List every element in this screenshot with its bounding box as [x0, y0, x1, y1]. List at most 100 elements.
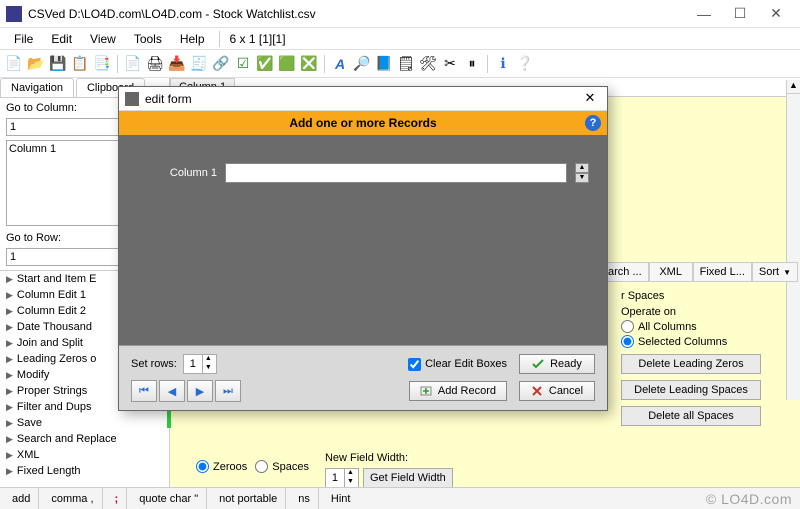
tb-check1-icon[interactable]: ☑: [233, 54, 253, 74]
cancel-button[interactable]: Cancel: [519, 381, 595, 401]
form-row: Column 1 ▲ ▼: [137, 163, 589, 183]
chevron-right-icon: ▶: [6, 418, 13, 429]
tb-x-icon[interactable]: ❎: [299, 54, 319, 74]
set-rows-spinner[interactable]: ▲▼: [183, 354, 217, 374]
tb-sheet-icon[interactable]: 🧾: [189, 54, 209, 74]
tab-sort[interactable]: Sort▼: [752, 262, 798, 282]
radio-zeros[interactable]: Zeroos: [196, 460, 247, 473]
ready-button[interactable]: Ready: [519, 354, 595, 374]
nav-next-icon[interactable]: ▶: [187, 380, 213, 402]
tb-print-icon[interactable]: 🖨: [145, 54, 165, 74]
tb-cut-icon[interactable]: ✂: [440, 54, 460, 74]
menu-help[interactable]: Help: [172, 30, 213, 48]
radio-selected-columns[interactable]: Selected Columns: [621, 335, 796, 348]
chevron-right-icon: ▶: [6, 450, 13, 461]
tb-link-icon[interactable]: 🔗: [211, 54, 231, 74]
tb-font-icon[interactable]: A: [330, 54, 350, 74]
action-xml[interactable]: ▶XML: [0, 447, 169, 463]
status-add: add: [4, 488, 39, 509]
tb-new-icon[interactable]: 📄: [4, 54, 24, 74]
tb-search-icon[interactable]: 🔎: [352, 54, 372, 74]
menu-edit[interactable]: Edit: [43, 30, 80, 48]
tb-import-icon[interactable]: 📥: [167, 54, 187, 74]
action-label: Start and Item E: [17, 273, 96, 285]
menu-view[interactable]: View: [82, 30, 124, 48]
tb-open-icon[interactable]: 📂: [26, 54, 46, 74]
scroll-up-icon[interactable]: ▲: [787, 80, 800, 94]
maximize-button[interactable]: ☐: [722, 3, 758, 25]
clear-edit-boxes-checkbox[interactable]: Clear Edit Boxes: [408, 358, 507, 371]
set-rows-input[interactable]: [184, 358, 202, 370]
menu-file[interactable]: File: [6, 30, 41, 48]
tb-copy-icon[interactable]: 📋: [70, 54, 90, 74]
delete-all-spaces-button[interactable]: Delete all Spaces: [621, 406, 761, 426]
tb-pause-icon[interactable]: ⏸: [462, 54, 482, 74]
spin-up-icon[interactable]: ▲: [575, 163, 589, 173]
app-icon: [6, 6, 22, 22]
tb-paste-icon[interactable]: 📑: [92, 54, 112, 74]
column-1-input[interactable]: [225, 163, 567, 183]
dialog-close-button[interactable]: ✕: [579, 90, 601, 108]
nav-first-icon[interactable]: ⏮: [131, 380, 157, 402]
status-comma: comma ,: [43, 488, 102, 509]
edit-form-dialog: edit form ✕ Add one or more Records ? Co…: [118, 86, 608, 411]
radio-all-columns[interactable]: All Columns: [621, 320, 796, 333]
tb-info-icon[interactable]: ℹ: [493, 54, 513, 74]
spin-down-icon[interactable]: ▼: [575, 173, 589, 183]
dialog-body: Column 1 ▲ ▼: [119, 135, 607, 345]
radio-all-label: All Columns: [638, 321, 697, 333]
nfw-input[interactable]: [326, 472, 344, 484]
action-label: Join and Split: [17, 337, 83, 349]
radio-spaces-input[interactable]: [255, 460, 268, 473]
chevron-right-icon: ▶: [6, 402, 13, 413]
tb-help-icon[interactable]: ❔: [515, 54, 535, 74]
get-field-width-button[interactable]: Get Field Width: [363, 468, 453, 488]
tab-fixed[interactable]: Fixed L...: [693, 262, 752, 282]
radio-spaces[interactable]: Spaces: [255, 460, 309, 473]
field-spinner[interactable]: ▲ ▼: [575, 163, 589, 183]
status-portable: not portable: [211, 488, 286, 509]
set-rows-label: Set rows:: [131, 358, 177, 370]
spin-up-icon[interactable]: ▲: [344, 469, 356, 478]
add-record-button[interactable]: Add Record: [409, 381, 507, 401]
action-fixed-length[interactable]: ▶Fixed Length: [0, 463, 169, 479]
radio-zeros-input[interactable]: [196, 460, 209, 473]
action-search-replace[interactable]: ▶Search and Replace: [0, 431, 169, 447]
options-panel: r Spaces Operate on All Columns Selected…: [621, 290, 796, 426]
nfw-spinner[interactable]: ▲▼: [325, 468, 359, 488]
tb-note-icon[interactable]: 🗒: [396, 54, 416, 74]
tb-doc-icon[interactable]: 📄: [123, 54, 143, 74]
status-bar: add comma , ; quote char " not portable …: [0, 487, 800, 509]
help-icon[interactable]: ?: [585, 115, 601, 131]
delete-leading-zeros-button[interactable]: Delete Leading Zeros: [621, 354, 761, 374]
tb-book-icon[interactable]: 📘: [374, 54, 394, 74]
close-button[interactable]: ✕: [758, 3, 794, 25]
cancel-label: Cancel: [549, 385, 583, 397]
window-buttons: — ☐ ✕: [686, 3, 794, 25]
radio-all-input[interactable]: [621, 320, 634, 333]
nav-prev-icon[interactable]: ◀: [159, 380, 185, 402]
clear-checkbox-input[interactable]: [408, 358, 421, 371]
tb-save-icon[interactable]: 💾: [48, 54, 68, 74]
tab-xml[interactable]: XML: [649, 262, 693, 282]
minimize-button[interactable]: —: [686, 3, 722, 25]
chevron-right-icon: ▶: [6, 306, 13, 317]
main-toolbar: 📄 📂 💾 📋 📑 📄 🖨 📥 🧾 🔗 ☑ ✅ 🟩 ❎ A 🔎 📘 🗒 🛠 ✂ …: [0, 50, 800, 78]
spin-down-icon[interactable]: ▼: [202, 364, 214, 373]
nav-last-icon[interactable]: ⏭: [215, 380, 241, 402]
radio-sel-input[interactable]: [621, 335, 634, 348]
nav-arrows: ⏮ ◀ ▶ ⏭: [131, 380, 241, 402]
dialog-titlebar[interactable]: edit form ✕: [119, 87, 607, 111]
tab-navigation[interactable]: Navigation: [0, 78, 74, 97]
spin-up-icon[interactable]: ▲: [202, 355, 214, 364]
menu-tools[interactable]: Tools: [126, 30, 170, 48]
tb-check2-icon[interactable]: ✅: [255, 54, 275, 74]
spin-down-icon[interactable]: ▼: [344, 478, 356, 487]
status-hint: Hint: [323, 488, 359, 509]
delete-leading-spaces-button[interactable]: Delete Leading Spaces: [621, 380, 761, 400]
action-save[interactable]: ▶Save: [0, 415, 169, 431]
chevron-right-icon: ▶: [6, 386, 13, 397]
watermark: © LO4D.com: [706, 491, 792, 507]
tb-tools-icon[interactable]: 🛠: [418, 54, 438, 74]
tb-green-icon[interactable]: 🟩: [277, 54, 297, 74]
